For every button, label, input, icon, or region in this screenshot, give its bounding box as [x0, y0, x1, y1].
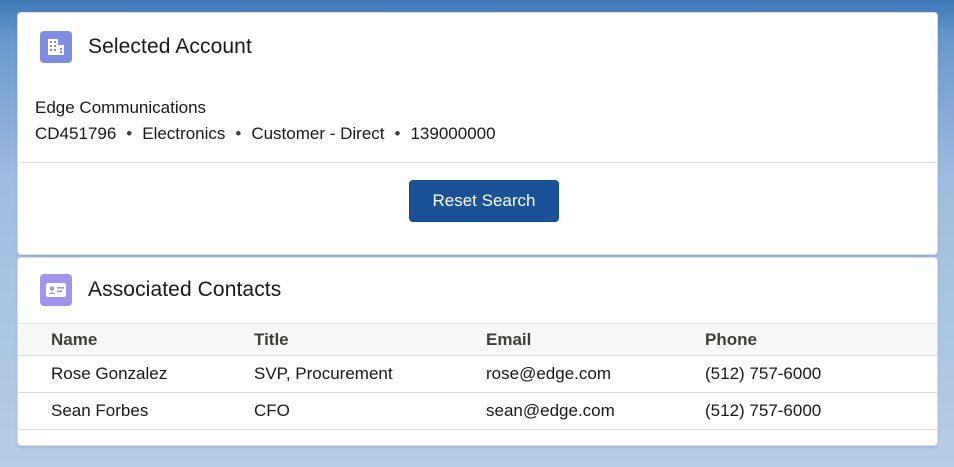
selected-account-card: Selected Account Edge Communications CD4…: [17, 12, 938, 255]
account-card-title: Selected Account: [88, 35, 252, 58]
account-annual-revenue: 139000000: [410, 124, 496, 143]
contact-title: SVP, Procurement: [254, 364, 393, 383]
account-number: CD451796: [35, 124, 117, 143]
table-header-row: Name Title Email Phone: [18, 323, 937, 356]
reset-search-button[interactable]: Reset Search: [409, 180, 559, 222]
contacts-card-title: Associated Contacts: [88, 278, 282, 301]
account-details: CD451796 • Electronics • Customer - Direct • 1…: [35, 124, 496, 144]
table-row: Sean Forbes CFO sean@edge.com (512) 757-…: [18, 393, 937, 430]
contact-email: rose@edge.com: [486, 364, 611, 383]
building-icon: [40, 31, 72, 63]
column-header-title: Title: [254, 329, 289, 349]
separator-dot: •: [235, 124, 242, 143]
contact-phone: (512) 757-6000: [705, 364, 822, 383]
contact-name: Sean Forbes: [51, 401, 149, 420]
table-row: Rose Gonzalez SVP, Procurement rose@edge…: [18, 356, 937, 393]
card-divider: [18, 162, 937, 163]
contact-card-icon: [40, 274, 72, 306]
contact-title: CFO: [254, 401, 290, 420]
separator-dot: •: [126, 124, 133, 143]
account-type: Customer - Direct: [251, 124, 385, 143]
account-card-header: Selected Account: [40, 31, 252, 63]
column-header-phone: Phone: [705, 329, 757, 349]
contacts-table: Name Title Email Phone Rose Gonzalez SVP…: [18, 323, 937, 430]
contact-email: sean@edge.com: [486, 401, 615, 420]
column-header-email: Email: [486, 329, 532, 349]
contact-name: Rose Gonzalez: [51, 364, 168, 383]
contacts-card-header: Associated Contacts: [40, 274, 281, 306]
column-header-name: Name: [51, 329, 98, 349]
separator-dot: •: [394, 124, 401, 143]
contact-phone: (512) 757-6000: [705, 401, 822, 420]
account-industry: Electronics: [142, 124, 226, 143]
associated-contacts-card: Associated Contacts Name Title Email Pho…: [17, 257, 938, 446]
account-name: Edge Communications: [35, 98, 207, 117]
